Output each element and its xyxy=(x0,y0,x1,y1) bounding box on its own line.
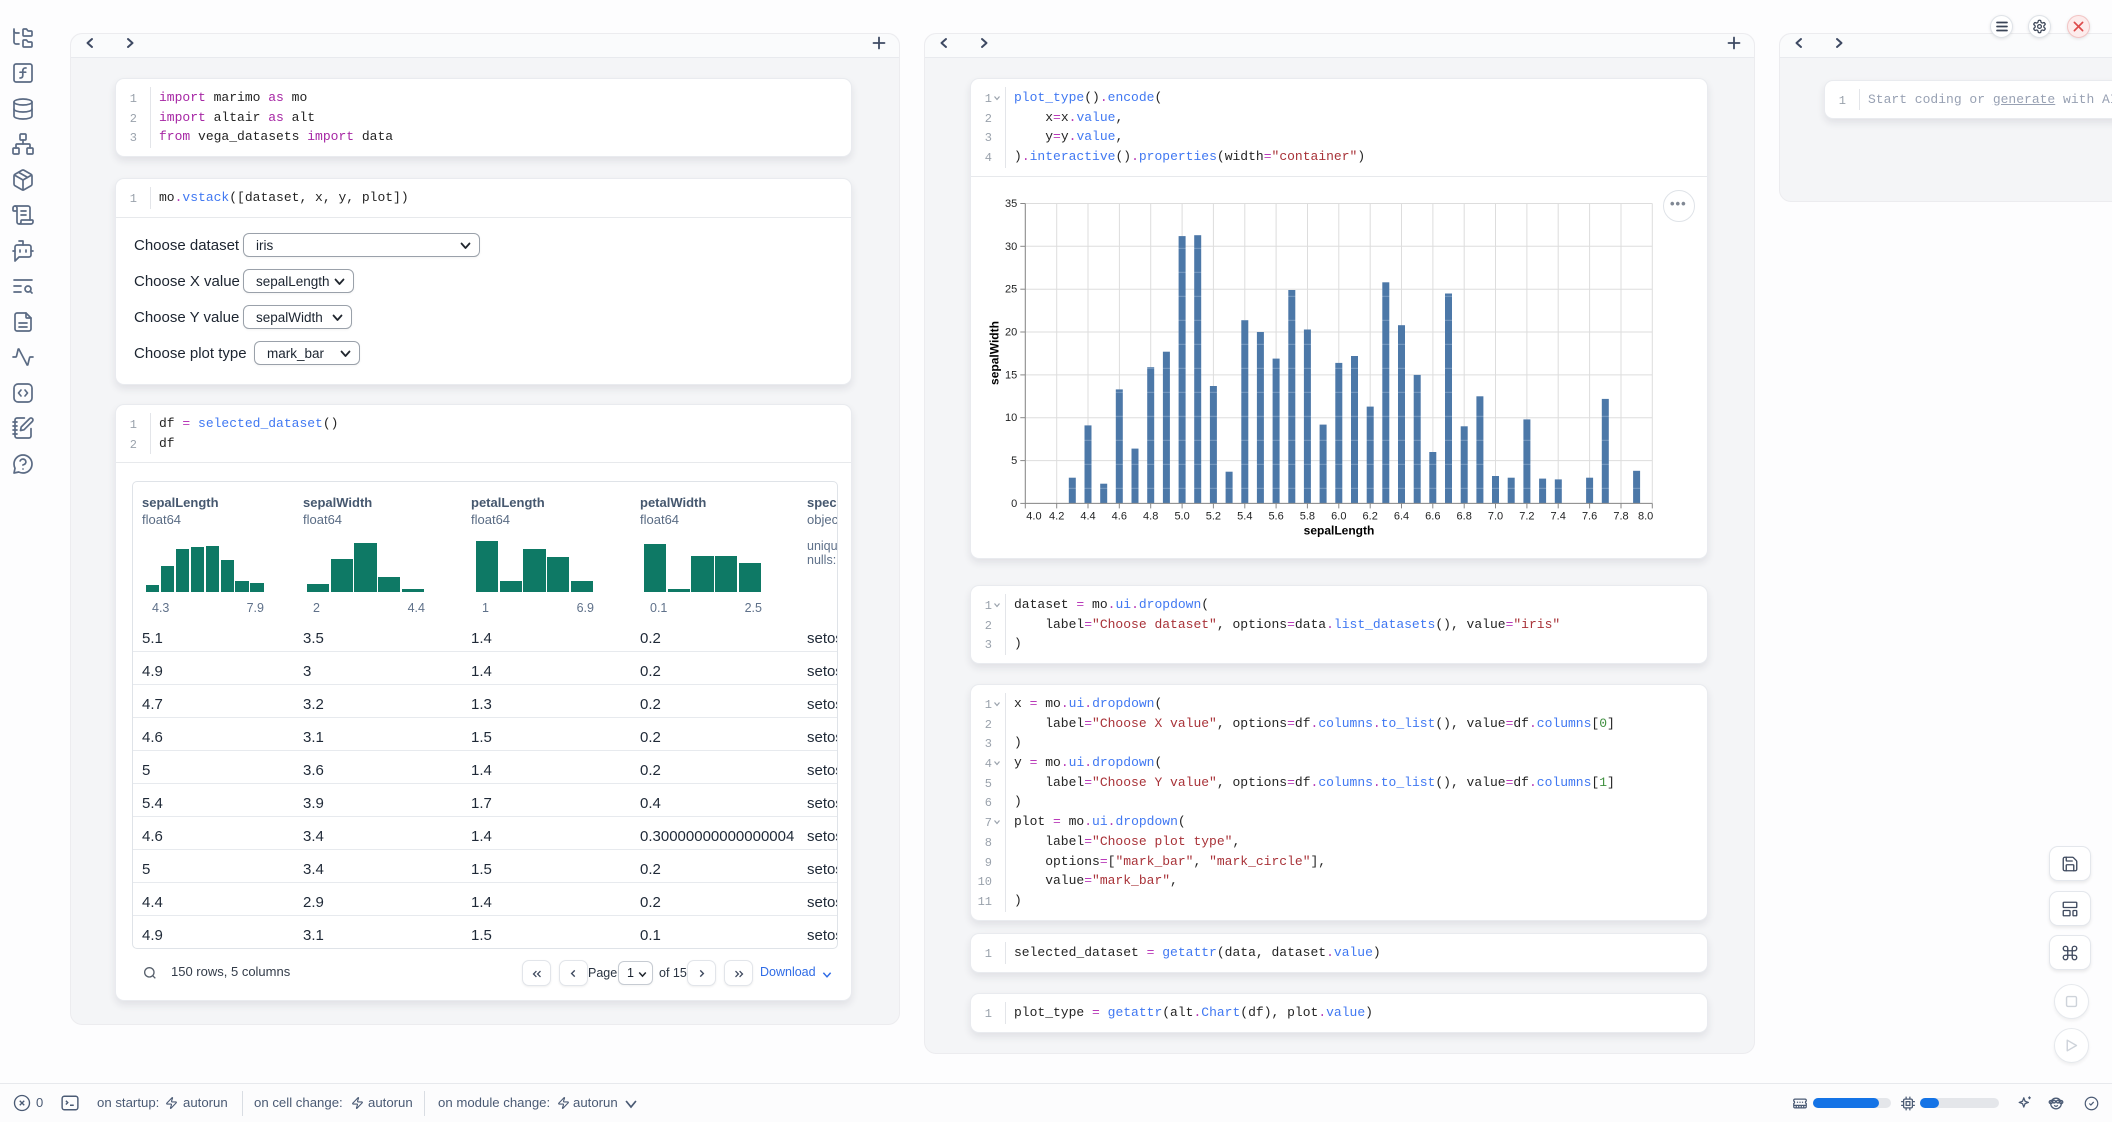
svg-text:4.6: 4.6 xyxy=(1112,510,1127,522)
svg-text:5.8: 5.8 xyxy=(1300,510,1315,522)
svg-text:5.0: 5.0 xyxy=(1174,510,1189,522)
svg-text:6.8: 6.8 xyxy=(1457,510,1472,522)
svg-text:6.0: 6.0 xyxy=(1331,510,1346,522)
svg-text:8.0: 8.0 xyxy=(1638,510,1653,522)
svg-text:5: 5 xyxy=(1011,455,1017,467)
svg-text:5.4: 5.4 xyxy=(1237,510,1252,522)
svg-text:0: 0 xyxy=(1011,498,1017,510)
svg-text:5.2: 5.2 xyxy=(1206,510,1221,522)
svg-text:30: 30 xyxy=(1005,241,1017,253)
svg-text:10: 10 xyxy=(1005,412,1017,424)
svg-text:7.2: 7.2 xyxy=(1519,510,1534,522)
svg-text:4.8: 4.8 xyxy=(1143,510,1158,522)
svg-text:sepalLength: sepalLength xyxy=(1304,523,1375,537)
svg-text:7.6: 7.6 xyxy=(1582,510,1597,522)
svg-text:4.4: 4.4 xyxy=(1080,510,1095,522)
svg-text:7.0: 7.0 xyxy=(1488,510,1503,522)
svg-text:6.4: 6.4 xyxy=(1394,510,1409,522)
svg-text:15: 15 xyxy=(1005,369,1017,381)
svg-text:25: 25 xyxy=(1005,284,1017,296)
svg-text:6.6: 6.6 xyxy=(1425,510,1440,522)
svg-text:sepalWidth: sepalWidth xyxy=(988,321,1002,385)
svg-text:4.2: 4.2 xyxy=(1049,510,1064,522)
svg-text:20: 20 xyxy=(1005,327,1017,339)
svg-text:4.0: 4.0 xyxy=(1026,510,1041,522)
svg-text:7.8: 7.8 xyxy=(1613,510,1628,522)
svg-text:5.6: 5.6 xyxy=(1268,510,1283,522)
svg-text:6.2: 6.2 xyxy=(1363,510,1378,522)
svg-text:35: 35 xyxy=(1005,198,1017,210)
svg-text:7.4: 7.4 xyxy=(1551,510,1566,522)
